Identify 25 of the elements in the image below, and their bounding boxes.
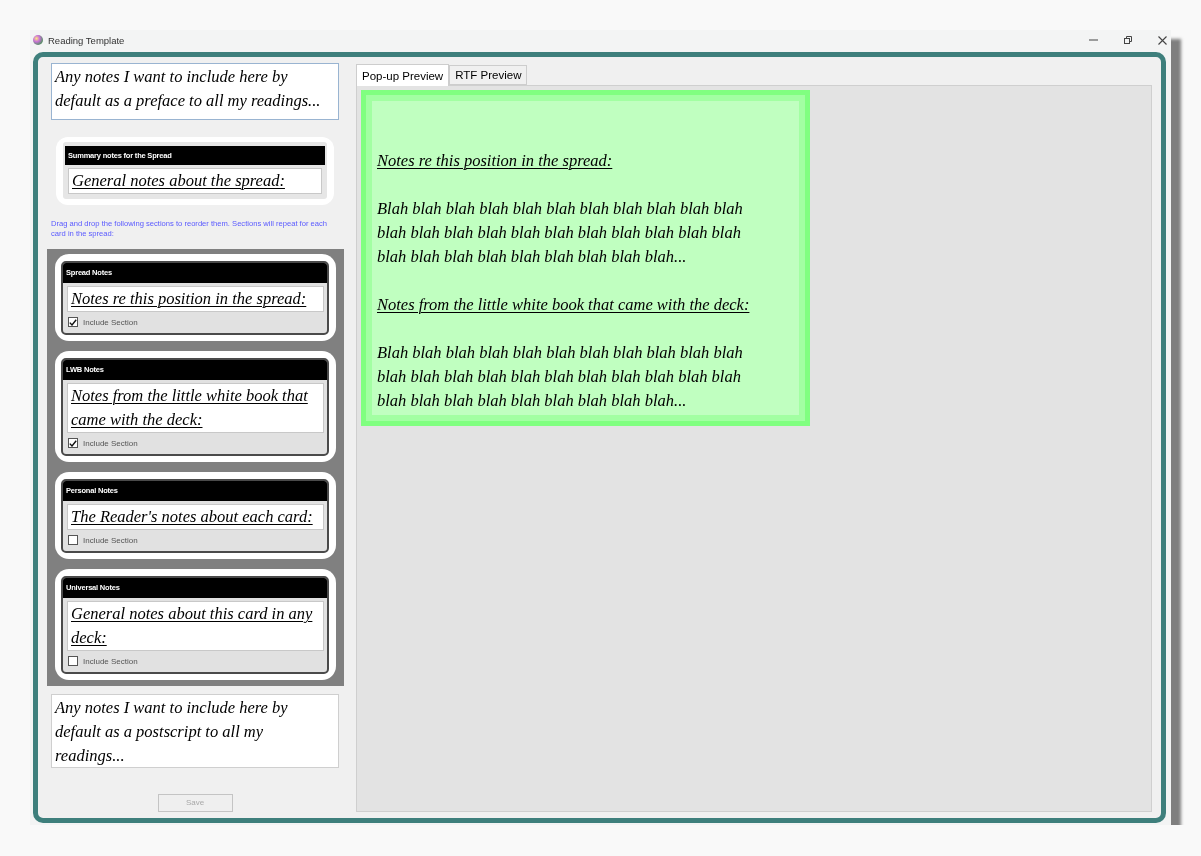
preview-heading: Notes re this position in the spread: [377,150,614,172]
checkbox-label: Include Section [83,535,138,545]
section-field[interactable]: General notes about this card in any deck: [67,600,324,651]
restore-icon[interactable] [1124,36,1132,44]
include-checkbox[interactable] [68,656,78,667]
section-field[interactable]: The Reader's notes about each card: [67,503,324,530]
tab[interactable]: RTF Preview [449,65,528,85]
checkbox-label: Include Section [83,438,138,448]
include-checkbox[interactable] [68,438,78,449]
window-title: Reading Template [48,34,125,46]
close-icon[interactable] [1158,35,1167,45]
preview-paragraph: Blah blah blah blah blah blah blah blah blah blah blah blah blah blah blah blah blah blah blah blah blah blah blah blah blah blah blah blah blah blah blah... [377,198,744,268]
section-field[interactable]: Notes re this position in the spread: [67,285,324,312]
preface-field[interactable]: Any notes I want to include here by default as a preface to all my readings... [51,63,339,120]
orb-icon [33,35,43,45]
checkbox-label: Include Section [83,317,138,327]
include-checkbox[interactable] [68,317,78,328]
summary-field[interactable]: General notes about the spread: [68,167,322,194]
preview-heading: Notes from the little white book that came with the deck: [377,294,751,316]
include-checkbox[interactable] [68,535,78,546]
tab[interactable]: Pop-up Preview [356,64,450,86]
section-field[interactable]: Notes from the little white book that came with the deck: [67,382,324,433]
preview-paragraph: Blah blah blah blah blah blah blah blah blah blah blah blah blah blah blah blah blah blah blah blah blah blah blah blah blah blah blah blah blah blah blah... [377,342,744,412]
checkbox-label: Include Section [83,656,138,666]
postscript-field[interactable]: Any notes I want to include here by default as a postscript to all my readings... [51,693,339,768]
